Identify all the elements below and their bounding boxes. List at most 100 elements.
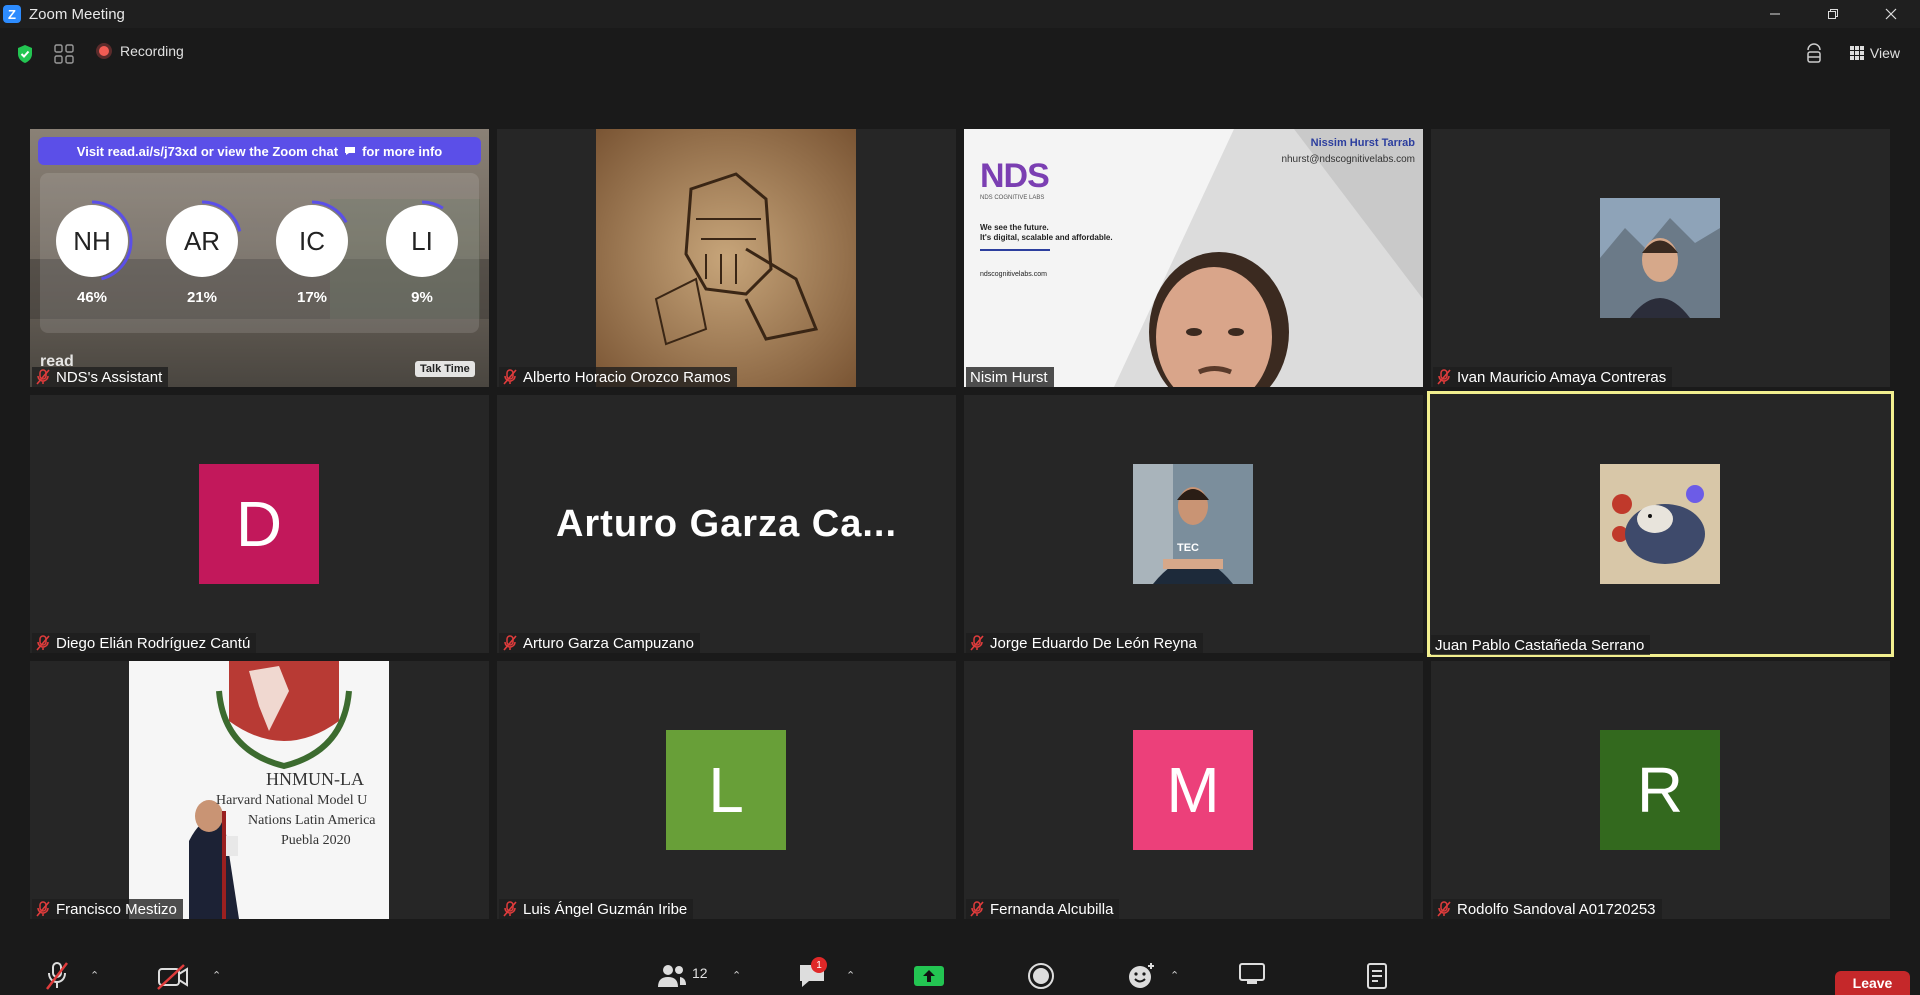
- chat-options-button[interactable]: ⌃: [846, 961, 855, 991]
- minimize-button[interactable]: [1746, 0, 1804, 28]
- video-tile-luis[interactable]: L Luis Ángel Guzmán Iribe: [497, 661, 956, 919]
- record-icon: [1028, 963, 1054, 989]
- video-tile-rodolfo[interactable]: R Rodolfo Sandoval A01720253: [1431, 661, 1890, 919]
- start-video-button[interactable]: [156, 961, 190, 991]
- chevron-up-icon: ⌃: [212, 970, 222, 982]
- reactions-options-button[interactable]: ⌃: [1170, 961, 1179, 991]
- chat-button[interactable]: 1: [797, 957, 827, 991]
- speaker-percent: 21%: [186, 289, 218, 306]
- restore-icon: [1828, 9, 1838, 19]
- video-tile-diego[interactable]: D Diego Elián Rodríguez Cantú: [30, 395, 489, 653]
- chevron-up-icon: ⌃: [732, 970, 742, 982]
- video-tile-nisim-hurst[interactable]: Nissim Hurst Tarrab nhurst@ndscognitivel…: [964, 129, 1423, 387]
- audio-options-button[interactable]: ⌃: [90, 961, 99, 991]
- participant-name-tag: Nisim Hurst: [966, 367, 1054, 387]
- opossum-painting-picture: [1600, 464, 1720, 584]
- notes-button[interactable]: [1364, 961, 1390, 991]
- video-options-button[interactable]: ⌃: [212, 961, 221, 991]
- cert-line-1: HNMUN-LA: [266, 769, 364, 789]
- muted-mic-icon: [503, 635, 517, 651]
- meeting-top-bar: Recording View: [0, 28, 1920, 80]
- participants-button[interactable]: 12: [656, 961, 708, 991]
- video-tile-jorge[interactable]: TEC Jorge Eduardo De León Reyna: [964, 395, 1423, 653]
- avatar-letter-r: R: [1600, 730, 1720, 850]
- cert-line-4: Puebla 2020: [281, 833, 351, 848]
- speaker-percent: 46%: [76, 289, 108, 306]
- slide-tagline-1: We see the future.: [980, 223, 1049, 232]
- muted-mic-icon: [1437, 369, 1451, 385]
- participant-name-tag: Ivan Mauricio Amaya Contreras: [1433, 367, 1673, 387]
- participant-name: Alberto Horacio Orozco Ramos: [523, 368, 731, 386]
- speaker-ring: LI: [378, 197, 466, 285]
- muted-mic-icon: [503, 369, 517, 385]
- close-button[interactable]: [1862, 0, 1920, 28]
- security-shield-icon[interactable]: [16, 44, 34, 64]
- record-button[interactable]: [1026, 961, 1056, 991]
- participant-name-tag: Rodolfo Sandoval A01720253: [1433, 899, 1662, 919]
- view-button[interactable]: View: [1842, 38, 1908, 68]
- video-tile-nds-assistant[interactable]: Visit read.ai/s/j73xd or view the Zoom c…: [30, 129, 489, 387]
- participant-name: Diego Elián Rodríguez Cantú: [56, 634, 251, 652]
- video-tile-arturo[interactable]: Arturo Garza Ca... Arturo Garza Campuzan…: [497, 395, 956, 653]
- view-label: View: [1869, 45, 1900, 61]
- participants-icon: [658, 965, 686, 987]
- participant-name-tag: Juan Pablo Castañeda Serrano: [1431, 635, 1651, 655]
- participant-name-tag: NDS's Assistant: [32, 367, 169, 387]
- speaker-initials: NH: [73, 225, 111, 256]
- participants-options-button[interactable]: ⌃: [732, 961, 741, 991]
- nds-logo-sub: NDS COGNITIVE LABS: [980, 195, 1045, 201]
- speaker-ring: AR: [158, 197, 246, 285]
- chevron-up-icon: ⌃: [90, 970, 100, 982]
- participant-name: Juan Pablo Castañeda Serrano: [1435, 636, 1645, 654]
- apps-button[interactable]: [1238, 961, 1266, 991]
- ivan-profile-picture: [1600, 198, 1720, 318]
- chevron-up-icon: ⌃: [1170, 970, 1180, 982]
- speaker-ring: IC: [268, 197, 356, 285]
- participant-name: NDS's Assistant: [56, 368, 163, 386]
- meeting-info-grid-icon[interactable]: [54, 44, 74, 64]
- video-tile-ivan[interactable]: Ivan Mauricio Amaya Contreras: [1431, 129, 1890, 387]
- participant-name: Fernanda Alcubilla: [990, 900, 1114, 918]
- avatar-letter-d: D: [199, 464, 319, 584]
- share-screen-button[interactable]: [913, 961, 945, 991]
- meeting-controls-bar: ⌃ ⌃ 12 ⌃ 1 ⌃ ⌃ Leave: [0, 955, 1920, 995]
- cert-line-3: Nations Latin America: [248, 813, 376, 828]
- slide-email: nhurst@ndscognitivelabs.com: [1281, 154, 1415, 165]
- muted-mic-icon: [1437, 901, 1451, 917]
- video-tile-francisco[interactable]: HNMUN-LA Harvard National Model U Nation…: [30, 661, 489, 919]
- readai-banner[interactable]: Visit read.ai/s/j73xd or view the Zoom c…: [38, 137, 481, 165]
- recording-dot-icon: [96, 43, 112, 59]
- emoji-reaction-icon: [1129, 963, 1154, 988]
- video-tile-juan-pablo-active-speaker[interactable]: Juan Pablo Castañeda Serrano: [1427, 391, 1894, 657]
- apps-icon: [1239, 963, 1265, 984]
- leave-button[interactable]: Leave: [1835, 971, 1910, 995]
- readai-banner-text: Visit read.ai/s/j73xd or view the Zoom c…: [76, 143, 339, 159]
- title-bar: Z Zoom Meeting: [0, 0, 1920, 28]
- muted-mic-icon: [36, 635, 50, 651]
- presenter-face-picture: [1149, 252, 1289, 387]
- nds-logo: NDS: [980, 157, 1050, 195]
- francisco-profile-picture: HNMUN-LA Harvard National Model U Nation…: [129, 661, 389, 919]
- video-tile-fernanda[interactable]: M Fernanda Alcubilla: [964, 661, 1423, 919]
- recording-indicator[interactable]: Recording: [96, 43, 184, 59]
- reactions-button[interactable]: [1127, 961, 1157, 991]
- video-tile-alberto[interactable]: Alberto Horacio Orozco Ramos: [497, 129, 956, 387]
- close-icon: [1885, 8, 1897, 20]
- speaker-initials: LI: [411, 225, 433, 256]
- slide-divider: [980, 249, 1050, 251]
- slide-website: ndscognitivelabs.com: [980, 271, 1047, 278]
- participant-name: Francisco Mestizo: [56, 900, 177, 918]
- participant-name: Arturo Garza Campuzano: [523, 634, 694, 652]
- chat-bubble-icon: [345, 147, 356, 155]
- participant-name-tag: Diego Elián Rodríguez Cantú: [32, 633, 257, 653]
- video-off-icon: [157, 964, 188, 990]
- participant-name-tag: Luis Ángel Guzmán Iribe: [499, 899, 694, 919]
- recording-label: Recording: [120, 43, 184, 59]
- immersive-view-button[interactable]: [1798, 38, 1830, 68]
- minimize-icon: [1770, 13, 1780, 15]
- cert-line-2: Harvard National Model U: [216, 793, 368, 808]
- slide-tagline-2: It's digital, scalable and affordable.: [980, 233, 1113, 242]
- restore-button[interactable]: [1804, 0, 1862, 28]
- participant-name-tag: Alberto Horacio Orozco Ramos: [499, 367, 737, 387]
- unmute-button[interactable]: [44, 961, 70, 991]
